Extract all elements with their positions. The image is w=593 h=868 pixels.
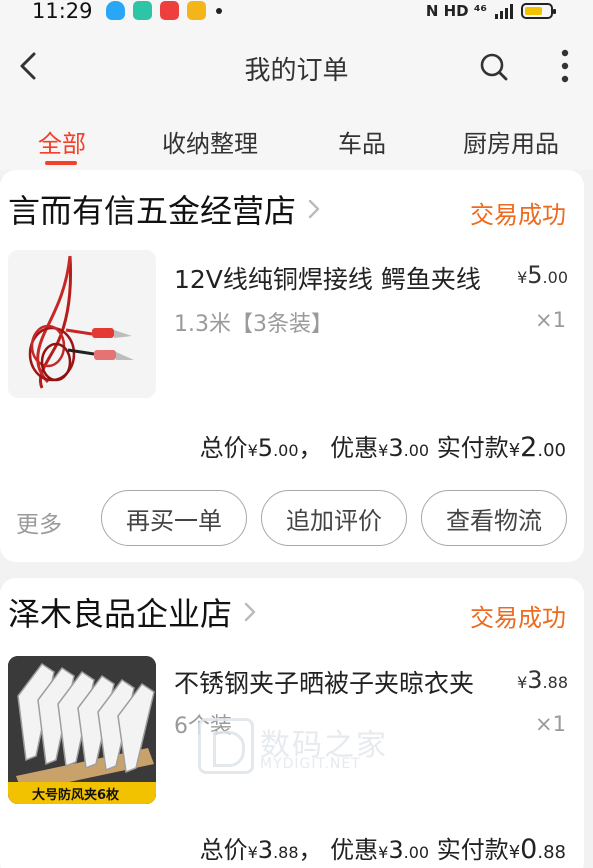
watermark: 数码之家 MYDIGIT.NET bbox=[198, 718, 398, 776]
tab-kitchen[interactable]: 厨房用品 bbox=[463, 124, 559, 159]
product-image[interactable] bbox=[8, 250, 156, 398]
order-status: 交易成功 bbox=[470, 201, 566, 229]
order-totals: 总价¥5.00， 优惠¥3.00 实付款¥2.00 bbox=[199, 432, 566, 463]
product-quantity: ×1 bbox=[535, 308, 566, 332]
product-price: ¥3.88 bbox=[517, 666, 568, 694]
category-tabs: 全部 收纳整理 车品 厨房用品 bbox=[0, 108, 593, 170]
battery-icon bbox=[521, 3, 556, 19]
shop-header[interactable]: 泽木良品企业店 bbox=[8, 590, 258, 634]
watermark-logo-icon bbox=[198, 718, 254, 774]
order-status: 交易成功 bbox=[470, 604, 566, 632]
search-icon[interactable] bbox=[476, 48, 512, 86]
order-totals: 总价¥3.88， 优惠¥3.00 实付款¥0.88 bbox=[199, 834, 566, 865]
product-image[interactable]: 大号防风夹6枚 bbox=[8, 656, 156, 804]
product-price: ¥5.00 bbox=[517, 261, 568, 289]
red-app-icon bbox=[160, 1, 179, 20]
clothespin-image: 大号防风夹6枚 bbox=[8, 656, 156, 804]
image-caption: 大号防风夹6枚 bbox=[32, 787, 120, 803]
watermark-url: MYDIGIT.NET bbox=[260, 756, 361, 772]
shop-name[interactable]: 泽木良品企业店 bbox=[8, 589, 232, 635]
view-logistics-button[interactable]: 查看物流 bbox=[421, 490, 567, 546]
active-tab-indicator bbox=[45, 161, 77, 165]
chevron-right-icon bbox=[308, 199, 320, 219]
more-menu-icon[interactable] bbox=[548, 44, 582, 88]
rebuy-button[interactable]: 再买一单 bbox=[101, 490, 247, 546]
chevron-right-icon bbox=[244, 602, 256, 622]
status-bar: 11:29 N HD ⁴⁶ bbox=[0, 0, 593, 28]
tab-all[interactable]: 全部 bbox=[38, 124, 86, 159]
tab-storage[interactable]: 收纳整理 bbox=[162, 124, 258, 159]
status-indicators: N HD ⁴⁶ bbox=[425, 2, 556, 20]
shop-name[interactable]: 言而有信五金经营店 bbox=[8, 186, 296, 232]
shop-header[interactable]: 言而有信五金经营店 bbox=[8, 187, 322, 231]
status-app-icons bbox=[106, 1, 222, 20]
signal-icon bbox=[495, 3, 513, 19]
nav-bar: 我的订单 bbox=[0, 28, 593, 108]
alligator-clip-cable-image bbox=[28, 255, 134, 389]
order-card[interactable]: 言而有信五金经营店 交易成功 12V线纯铜焊接线 鳄鱼夹线 ¥5.00 1.3米… bbox=[0, 170, 584, 562]
status-time: 11:29 bbox=[32, 0, 93, 23]
notes-app-icon bbox=[133, 1, 152, 20]
qq-app-icon bbox=[106, 1, 125, 20]
product-title[interactable]: 不锈钢夹子晒被子夹晾衣夹 bbox=[174, 664, 484, 700]
product-spec: 1.3米【3条装】 bbox=[174, 312, 333, 337]
back-arrow-icon[interactable] bbox=[14, 46, 46, 86]
product-quantity: ×1 bbox=[535, 712, 566, 736]
add-review-button[interactable]: 追加评价 bbox=[261, 490, 407, 546]
more-actions-link[interactable]: 更多 bbox=[16, 505, 62, 539]
network-label: N HD ⁴⁶ bbox=[425, 2, 487, 20]
yellow-app-icon bbox=[187, 1, 206, 20]
notification-dot-icon bbox=[216, 7, 222, 14]
tab-car[interactable]: 车品 bbox=[338, 124, 386, 159]
product-title[interactable]: 12V线纯铜焊接线 鳄鱼夹线 bbox=[174, 260, 484, 296]
